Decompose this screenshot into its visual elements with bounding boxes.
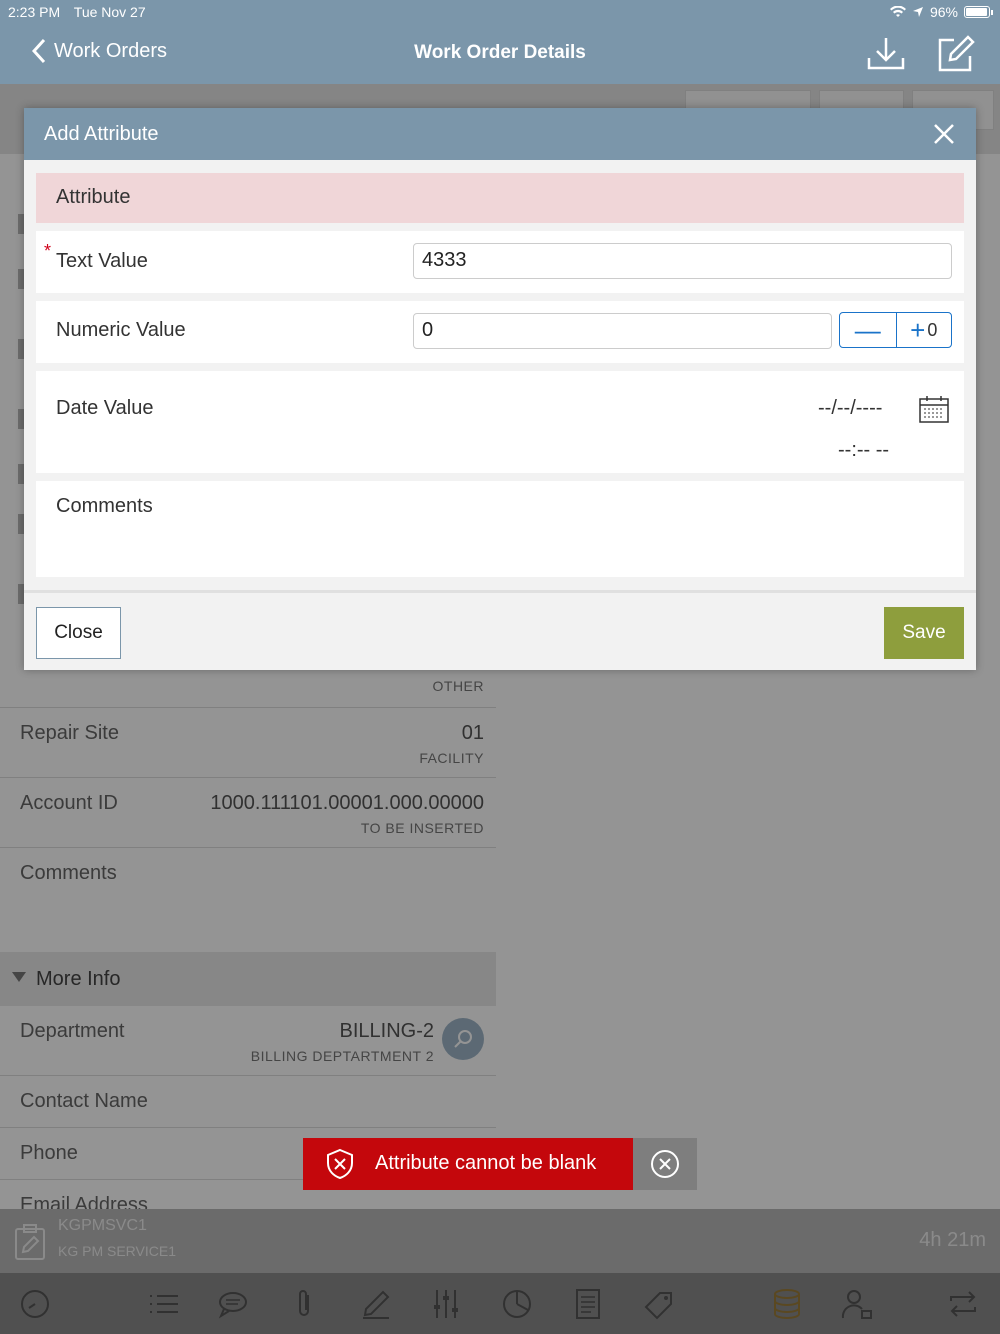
date-value-row: Date Value --/--/---- --:-- -- — [36, 371, 964, 473]
numeric-stepper: — + 0 — [839, 312, 952, 348]
comments-row[interactable]: Comments — [36, 481, 964, 577]
dialog-footer: Close Save — [24, 590, 976, 670]
download-button[interactable] — [866, 34, 906, 74]
wifi-icon — [889, 6, 906, 17]
numeric-value-row: Numeric Value 0 — + 0 — [36, 301, 964, 363]
required-marker: * — [44, 241, 52, 261]
numeric-value-label: Numeric Value — [56, 319, 186, 341]
toast-dismiss-button[interactable] — [633, 1138, 697, 1190]
increment-button[interactable]: + 0 — [895, 313, 952, 347]
attribute-label: Attribute — [56, 186, 131, 208]
navigation-bar: Work Orders Work Order Details — [0, 24, 1000, 84]
date-value-label: Date Value — [56, 397, 154, 419]
close-button[interactable]: Close — [36, 607, 121, 659]
save-button[interactable]: Save — [884, 607, 964, 659]
date-input[interactable]: --/--/---- — [818, 397, 882, 420]
page-title: Work Order Details — [414, 42, 586, 63]
close-circle-icon — [651, 1150, 679, 1178]
status-bar: 2:23 PM Tue Nov 27 96% — [0, 0, 1000, 24]
stepper-extra: 0 — [927, 319, 938, 340]
add-attribute-dialog: Add Attribute Attribute * Text Value 433… — [24, 108, 976, 670]
time-input[interactable]: --:-- -- — [838, 439, 889, 462]
decrement-button[interactable]: — — [840, 313, 896, 347]
text-value-row: * Text Value 4333 — [36, 231, 964, 293]
status-time: 2:23 PM — [8, 4, 61, 20]
dialog-close-button[interactable] — [932, 122, 956, 146]
text-value-input[interactable]: 4333 — [413, 243, 952, 279]
text-value-label: Text Value — [56, 250, 148, 272]
comments-label: Comments — [56, 495, 153, 517]
calendar-icon[interactable] — [919, 395, 949, 423]
shield-error-icon — [327, 1148, 353, 1180]
battery-icon — [964, 6, 993, 18]
close-icon — [934, 124, 954, 144]
location-icon — [912, 7, 923, 17]
edit-button[interactable] — [936, 34, 976, 74]
error-toast: Attribute cannot be blank — [303, 1138, 633, 1190]
attribute-selector[interactable]: Attribute — [36, 173, 964, 223]
plus-icon: + — [910, 314, 926, 345]
dialog-header: Add Attribute — [24, 108, 976, 160]
edit-icon — [938, 35, 975, 72]
battery-percent: 96% — [929, 4, 958, 20]
dialog-title: Add Attribute — [44, 123, 159, 145]
dialog-body: Attribute * Text Value 4333 Numeric Valu… — [24, 160, 976, 590]
download-icon — [867, 38, 905, 70]
numeric-value-input[interactable]: 0 — [413, 313, 832, 349]
status-date: Tue Nov 27 — [73, 4, 146, 20]
toast-message: Attribute cannot be blank — [375, 1152, 597, 1174]
